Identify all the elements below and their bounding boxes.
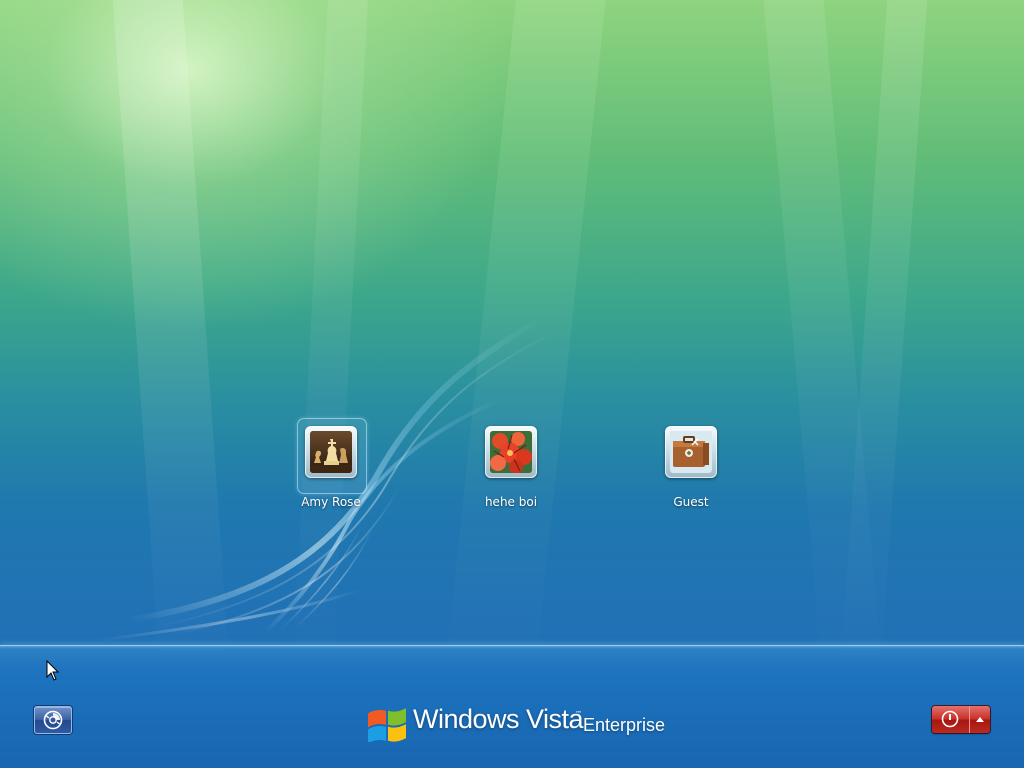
- mouse-cursor-icon: [46, 660, 60, 681]
- arrow-up-icon: [976, 717, 984, 722]
- light-streak: [839, 0, 930, 680]
- chess-pieces-picture: [310, 431, 352, 473]
- light-streak: [292, 0, 370, 680]
- user-picture-frame[interactable]: [305, 426, 357, 478]
- user-name-label[interactable]: Amy Rose: [262, 495, 400, 509]
- user-picture-frame[interactable]: [485, 426, 537, 478]
- guest-briefcase-picture: [670, 431, 712, 473]
- user-picture-frame[interactable]: [665, 426, 717, 478]
- user-tile-hehe-boi[interactable]: hehe boi: [442, 418, 582, 518]
- power-icon: [941, 710, 959, 728]
- windows-flag-logo-icon: [368, 708, 406, 742]
- windows-vista-branding: Windows Vista ™ Enterprise: [364, 698, 674, 742]
- user-name-label[interactable]: hehe boi: [442, 495, 580, 509]
- trademark-symbol: ™: [575, 710, 582, 718]
- user-tile-amy-rose[interactable]: Amy Rose: [262, 418, 402, 518]
- light-streak: [110, 0, 231, 680]
- logon-screen: Amy Rose hehe boi Guest Windows Vista ™ …: [0, 0, 1024, 768]
- ease-of-access-icon: [43, 710, 63, 730]
- shutdown-button[interactable]: [932, 706, 970, 733]
- edition-name: Enterprise: [583, 715, 666, 735]
- shutdown-options-button[interactable]: [970, 706, 990, 733]
- light-streak: [760, 0, 883, 680]
- light-streak: [444, 0, 610, 680]
- red-flowers-picture: [490, 431, 532, 473]
- shutdown-controls: [932, 706, 990, 733]
- user-tile-guest[interactable]: Guest: [622, 418, 762, 518]
- ease-of-access-button[interactable]: [34, 706, 72, 734]
- product-name: Windows Vista: [413, 704, 584, 734]
- user-name-label[interactable]: Guest: [622, 495, 760, 509]
